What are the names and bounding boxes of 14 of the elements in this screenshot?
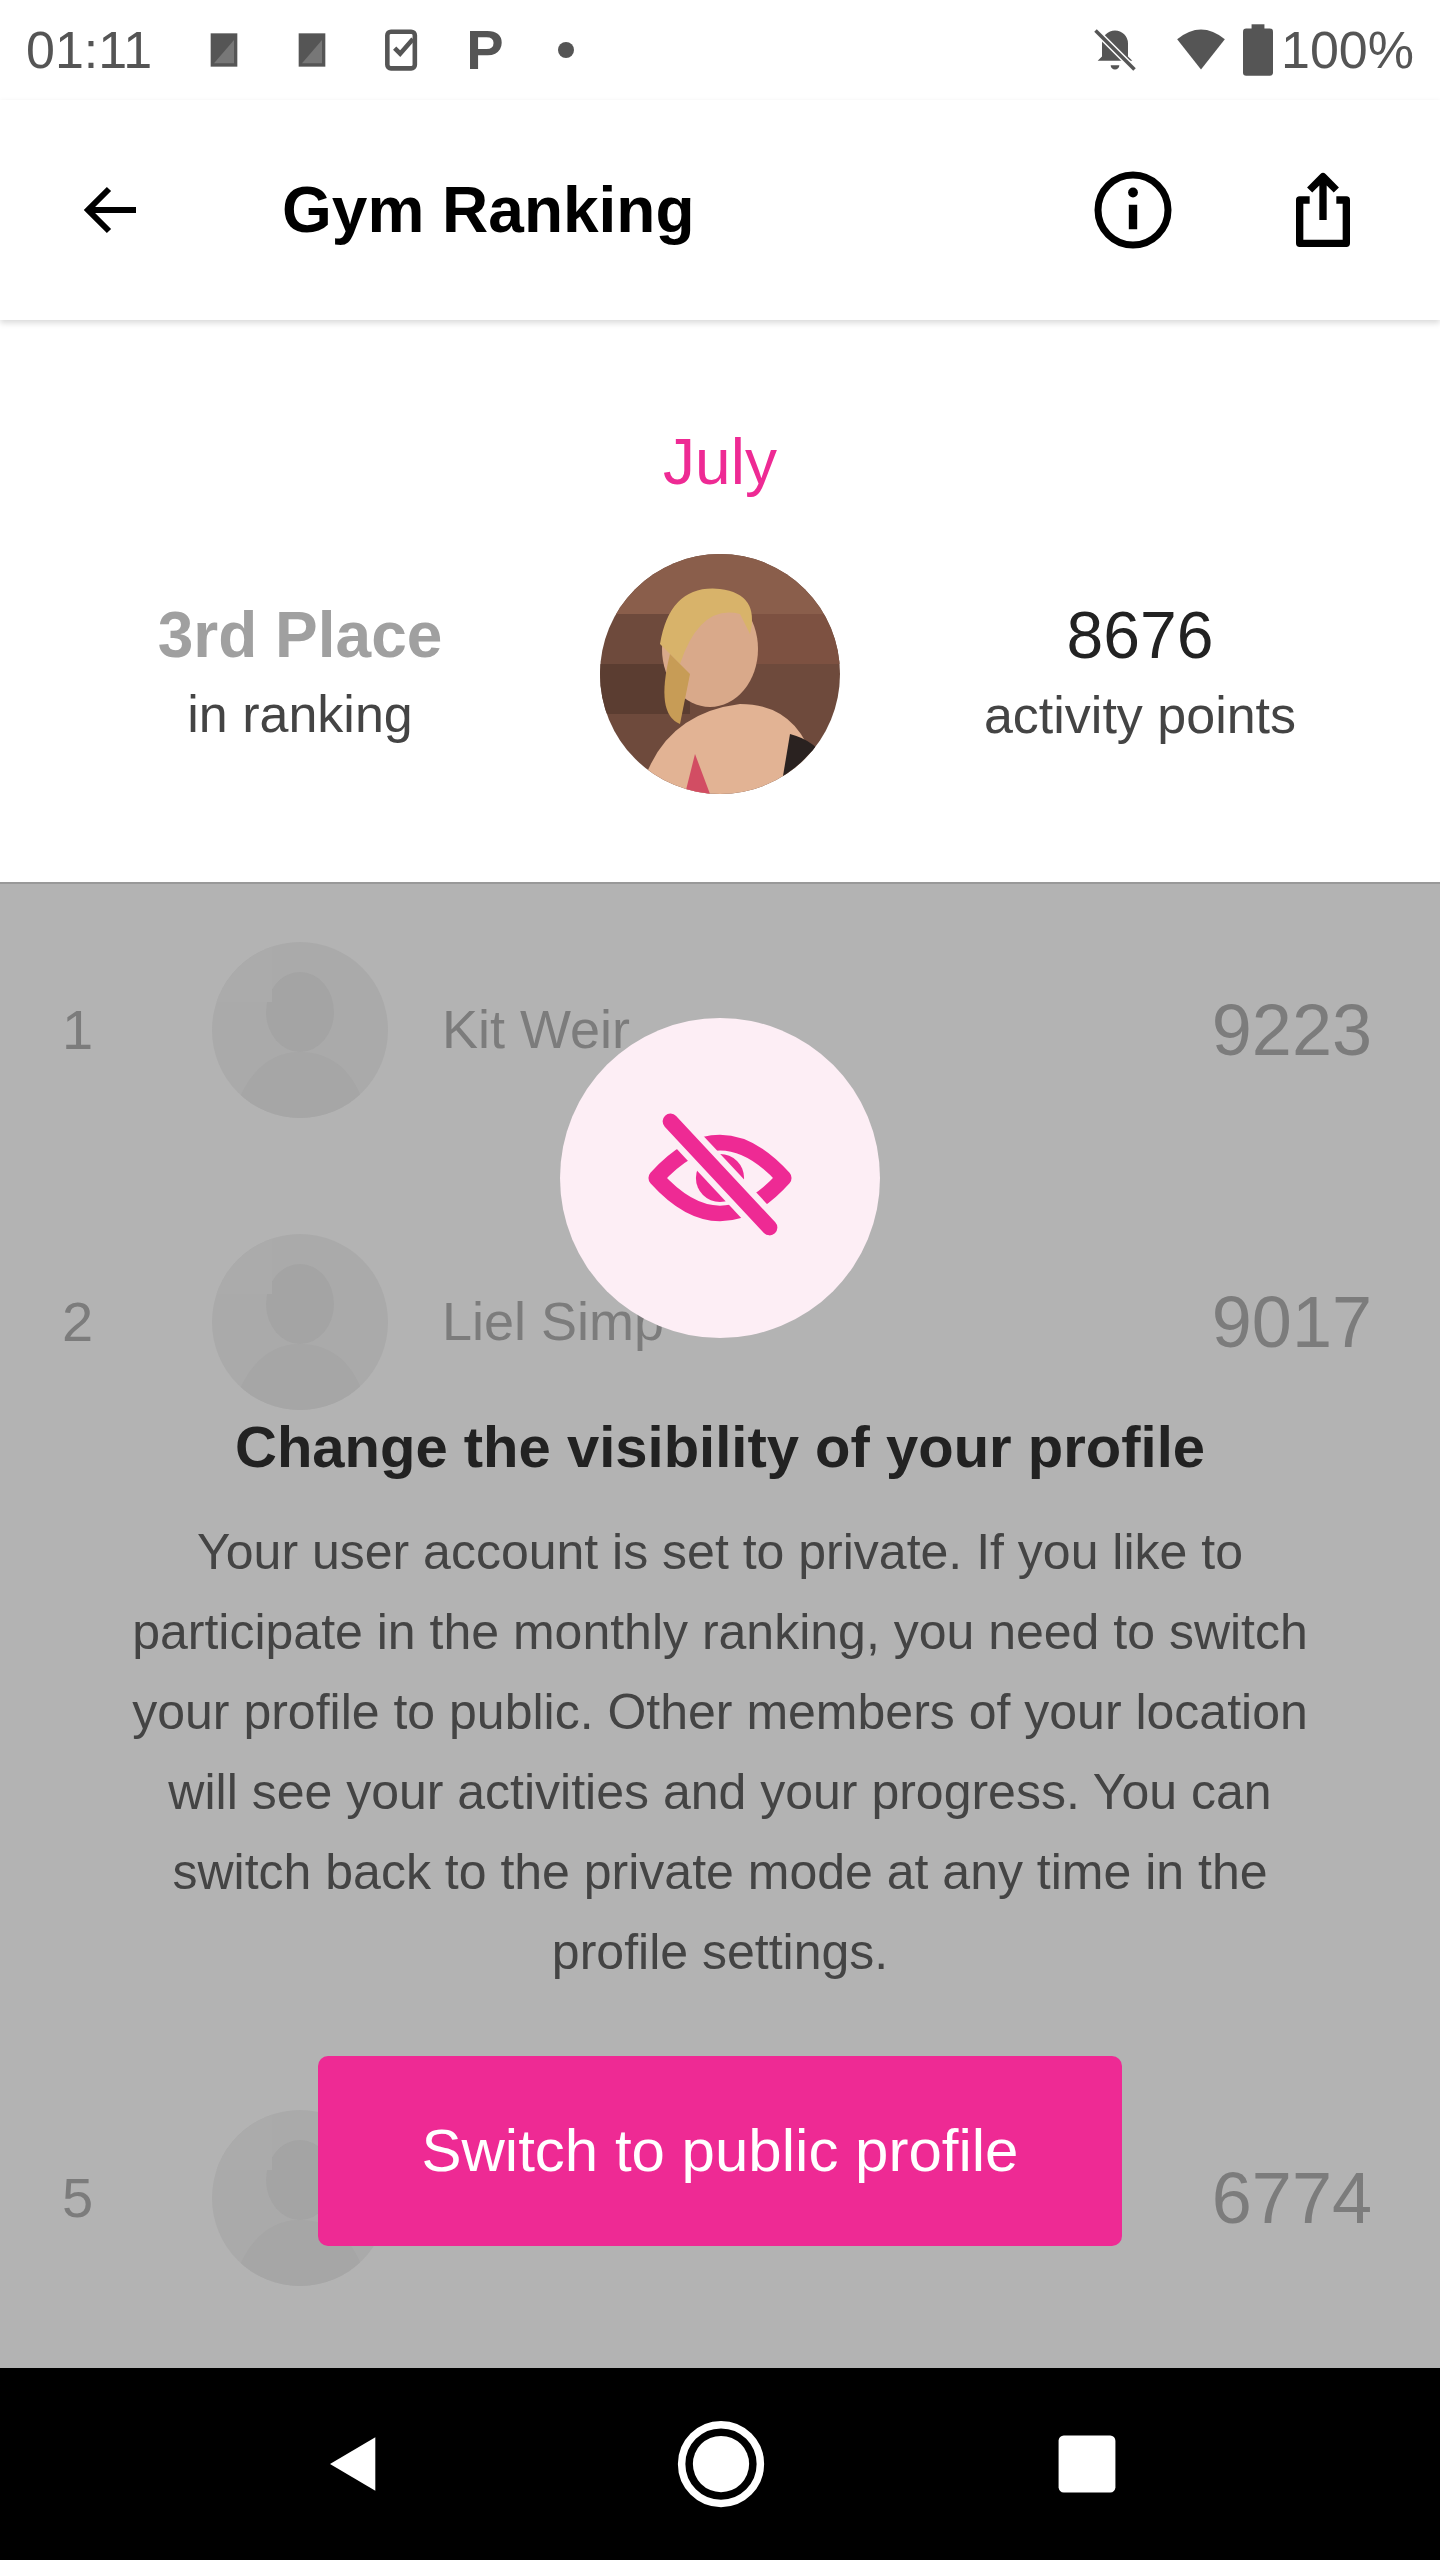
- nav-recents-icon[interactable]: [1056, 2433, 1118, 2495]
- dot-icon: [557, 42, 574, 58]
- place-value: 3rd Place: [157, 598, 443, 673]
- place-label: in ranking: [187, 684, 413, 745]
- dialog-message: Your user account is set to private. If you like to participate in the monthly ranking, you need to switch your profile to public. Other members of your location will see your activities and your progress. You can switch back to the private mode at any time in the profile settings.: [131, 1523, 1309, 1982]
- switch-public-button[interactable]: Switch to public profile: [318, 2056, 1122, 2246]
- battery-percent: 100%: [1281, 20, 1414, 81]
- screen-title: Gym Ranking: [282, 173, 695, 248]
- battery-icon: [1243, 23, 1273, 77]
- points-label: activity points: [983, 685, 1297, 747]
- app-letter-icon: P: [466, 8, 504, 92]
- status-time: 01:11: [26, 20, 153, 81]
- nav-home-icon[interactable]: [676, 2419, 766, 2509]
- points-value: 8676: [1066, 596, 1214, 674]
